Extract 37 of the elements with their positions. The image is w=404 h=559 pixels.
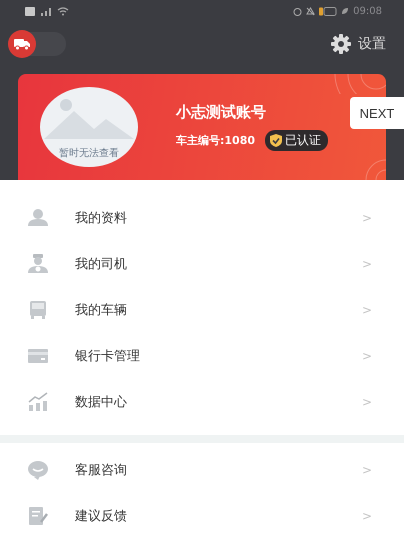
account-name: 小志测试账号	[176, 103, 267, 122]
chevron-icon: >	[362, 211, 372, 225]
chevron-icon: >	[362, 509, 372, 523]
document-pen-icon	[28, 506, 48, 526]
menu-item[interactable]: 客服咨询 >	[0, 447, 404, 493]
chevron-icon: >	[362, 257, 372, 271]
leaf-icon	[341, 7, 350, 15]
next-button[interactable]: NEXT	[350, 97, 404, 129]
bus-icon	[28, 300, 48, 320]
status-time: 09:08	[353, 6, 382, 16]
mode-switch[interactable]	[8, 32, 66, 56]
settings-button[interactable]: 设置	[330, 33, 386, 55]
chevron-icon: >	[362, 463, 372, 477]
battery-icon	[319, 6, 338, 16]
chevron-icon: >	[362, 349, 372, 363]
menu-item[interactable]: 我的车辆 >	[0, 287, 404, 333]
chart-icon	[28, 392, 48, 412]
verified-badge: 已认证	[265, 130, 328, 151]
truck-icon	[14, 38, 30, 50]
shield-check-icon	[270, 134, 282, 147]
alarm-icon	[293, 6, 302, 16]
avatar-caption: 暂时无法查看	[59, 146, 119, 160]
chat-bubble-icon	[28, 460, 48, 480]
menu-item[interactable]: 我的资料 >	[0, 195, 404, 241]
chevron-icon: >	[362, 303, 372, 317]
signal-icon	[39, 6, 53, 16]
menu-item[interactable]: 数据中心 >	[0, 379, 404, 425]
person-icon	[28, 208, 48, 228]
owner-id: 车主编号:1080	[176, 133, 256, 148]
settings-icon	[330, 33, 352, 55]
wifi-icon	[57, 6, 69, 16]
menu-item[interactable]: 建议反馈 >	[0, 493, 404, 539]
card-icon	[28, 346, 48, 366]
menu-item[interactable]: 银行卡管理 >	[0, 333, 404, 379]
chevron-icon: >	[362, 395, 372, 409]
driver-icon	[28, 254, 48, 274]
menu-item[interactable]: 我的司机 >	[0, 241, 404, 287]
